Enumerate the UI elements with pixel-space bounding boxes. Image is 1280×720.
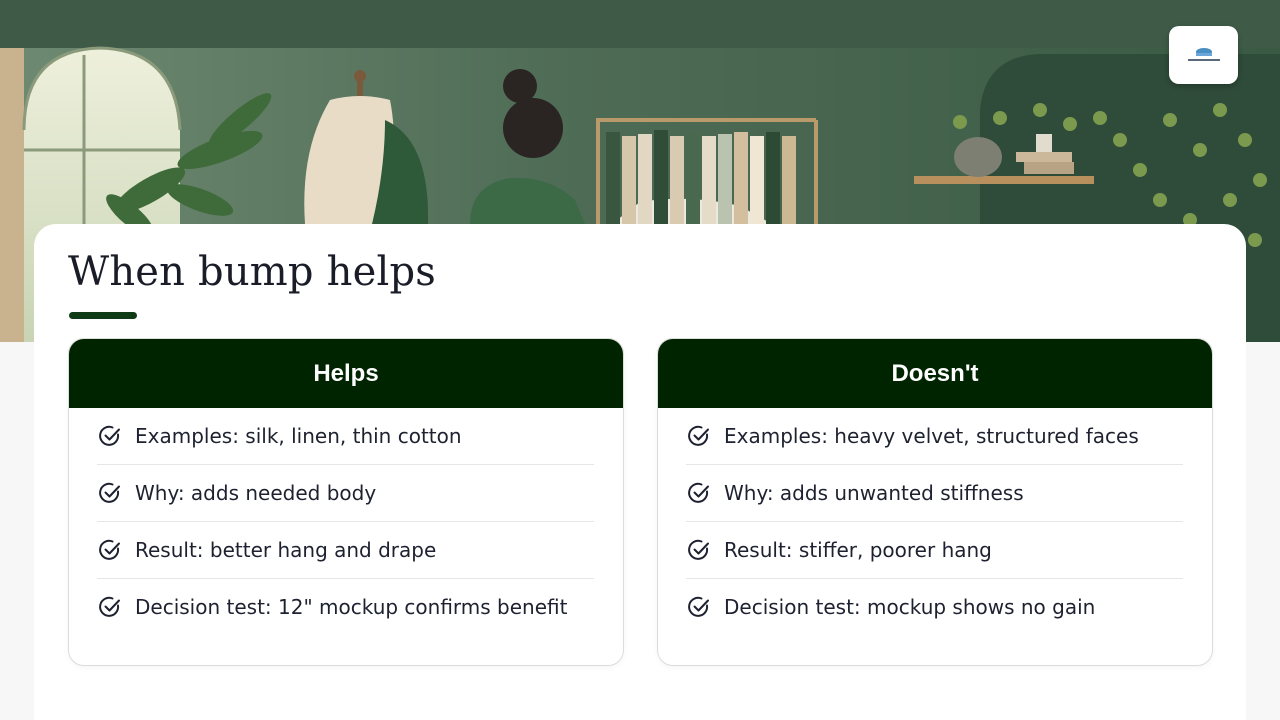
list-item: Why: adds unwanted stiffness (686, 465, 1183, 522)
list-item: Result: better hang and drape (97, 522, 594, 579)
check-circle-icon (688, 596, 709, 617)
check-circle-icon (688, 425, 709, 446)
helps-panel: Helps Examples: silk, linen, thin cotton… (68, 338, 624, 666)
doesnt-panel: Doesn't Examples: heavy velvet, structur… (657, 338, 1213, 666)
list-item-text: Decision test: 12" mockup confirms benef… (135, 595, 568, 619)
list-item: Examples: silk, linen, thin cotton (97, 408, 594, 465)
helps-panel-heading: Helps (69, 339, 623, 408)
content-card: When bump helps Helps Examples: silk, li… (34, 224, 1246, 720)
check-circle-icon (99, 596, 120, 617)
helps-list: Examples: silk, linen, thin cotton Why: … (69, 408, 623, 635)
page-title: When bump helps (68, 249, 436, 295)
list-item-text: Why: adds unwanted stiffness (724, 481, 1024, 505)
list-item: Result: stiffer, poorer hang (686, 522, 1183, 579)
doesnt-panel-heading: Doesn't (658, 339, 1212, 408)
slide: When bump helps Helps Examples: silk, li… (0, 0, 1280, 720)
check-circle-icon (99, 539, 120, 560)
logo-badge (1169, 26, 1238, 84)
list-item-text: Examples: silk, linen, thin cotton (135, 424, 462, 448)
list-item: Examples: heavy velvet, structured faces (686, 408, 1183, 465)
logo-icon (1187, 48, 1220, 61)
title-underline (69, 312, 137, 319)
check-circle-icon (688, 482, 709, 503)
doesnt-list: Examples: heavy velvet, structured faces… (658, 408, 1212, 635)
list-item: Decision test: 12" mockup confirms benef… (97, 579, 594, 635)
list-item-text: Why: adds needed body (135, 481, 377, 505)
list-item-text: Decision test: mockup shows no gain (724, 595, 1096, 619)
list-item-text: Examples: heavy velvet, structured faces (724, 424, 1139, 448)
list-item: Why: adds needed body (97, 465, 594, 522)
list-item: Decision test: mockup shows no gain (686, 579, 1183, 635)
check-circle-icon (688, 539, 709, 560)
check-circle-icon (99, 425, 120, 446)
check-circle-icon (99, 482, 120, 503)
list-item-text: Result: stiffer, poorer hang (724, 538, 992, 562)
list-item-text: Result: better hang and drape (135, 538, 437, 562)
